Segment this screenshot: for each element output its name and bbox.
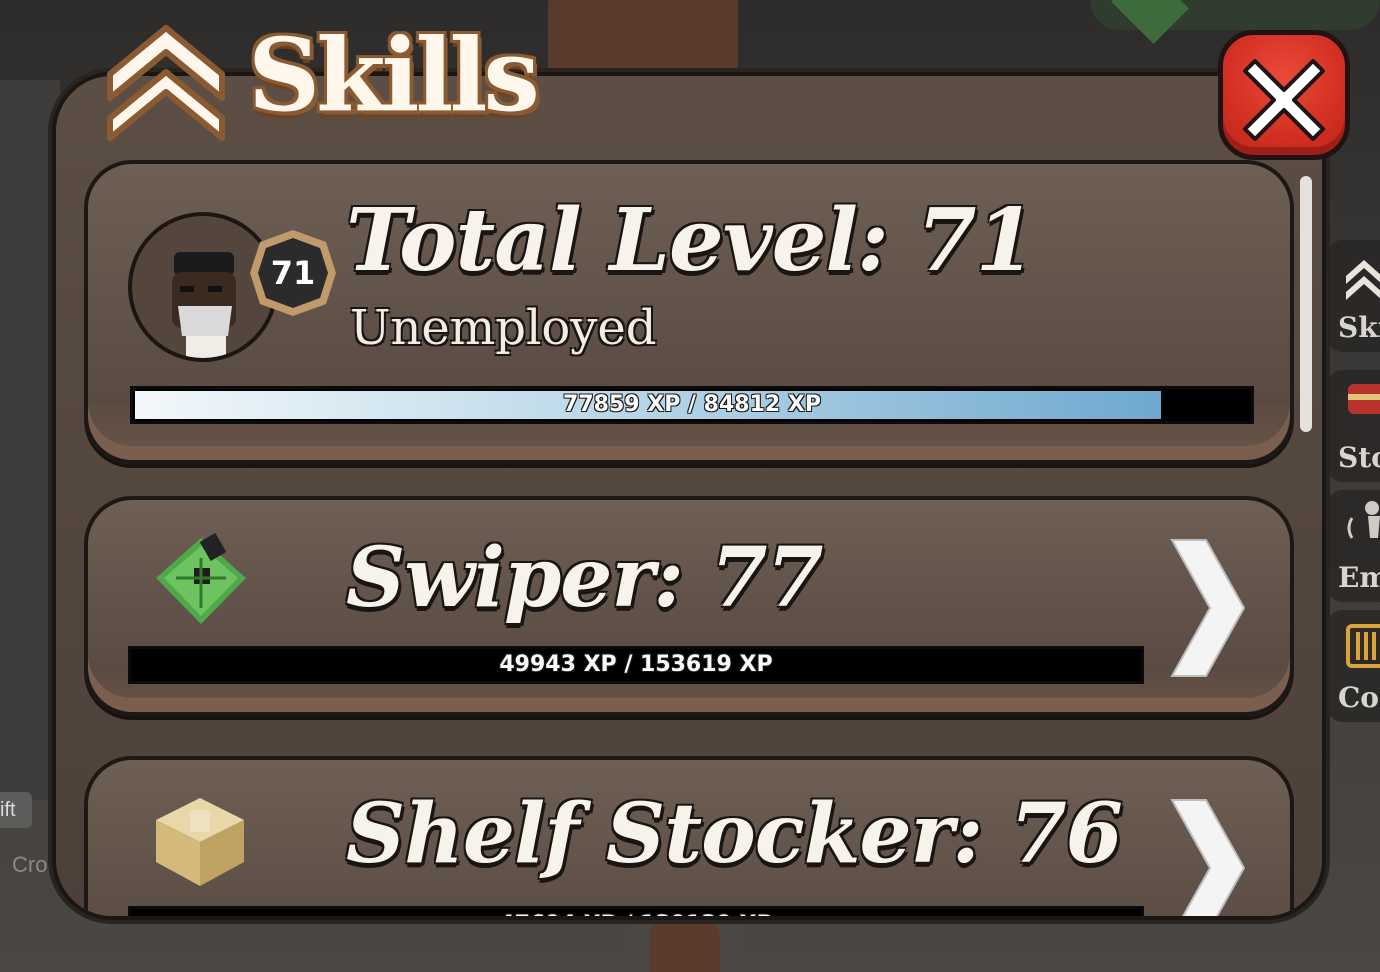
chevron-right-icon[interactable] xyxy=(1168,536,1246,680)
close-button[interactable] xyxy=(1218,30,1350,160)
cardboard-box-icon xyxy=(156,798,244,886)
skill-title-shelf-stocker: Shelf Stocker: 76 xyxy=(346,786,1123,882)
hotbar-code-button[interactable]: Coc xyxy=(1328,610,1380,722)
hotbar-emote-label: Emo xyxy=(1338,561,1380,594)
shelf-stocker-xp-bar: 47694 XP / 139139 XP xyxy=(128,906,1144,916)
skills-chevron-icon xyxy=(107,25,225,141)
hotbar-emote-button[interactable]: Emo xyxy=(1328,490,1380,602)
hotbar-store-button[interactable]: Sto xyxy=(1328,370,1380,482)
total-xp-text: 77859 XP / 84812 XP xyxy=(563,392,821,417)
shelf-stocker-xp-text: 47694 XP / 139139 XP xyxy=(131,909,1141,916)
skill-card-shelf-stocker[interactable]: Shelf Stocker: 76 47694 XP / 139139 XP xyxy=(84,756,1294,920)
level-badge-number: 71 xyxy=(270,254,316,292)
page-title: Skills xyxy=(248,16,540,134)
skill-title-swiper: Swiper: 77 xyxy=(346,530,824,626)
background-wall xyxy=(0,80,60,800)
circuit-board-icon xyxy=(156,532,246,624)
close-icon xyxy=(1243,59,1325,141)
scrollbar-thumb[interactable] xyxy=(1300,176,1312,432)
job-title: Unemployed xyxy=(350,300,657,356)
emote-icon xyxy=(1347,501,1380,539)
skills-chevron-icon xyxy=(1346,260,1380,300)
total-xp-bar: 77859 XP / 84812 XP xyxy=(130,386,1254,424)
background-door xyxy=(548,0,738,70)
code-icon xyxy=(1346,624,1380,668)
scrollbar[interactable] xyxy=(1300,176,1312,506)
hotbar-code-label: Coc xyxy=(1338,681,1380,714)
hotbar-store-label: Sto xyxy=(1338,441,1380,474)
skill-card-swiper[interactable]: Swiper: 77 49943 XP / 153619 XP xyxy=(84,496,1294,716)
skills-panel: 71 Total Level: 71 Unemployed 77859 XP /… xyxy=(52,72,1326,920)
swiper-xp-bar: 49943 XP / 153619 XP xyxy=(128,646,1144,684)
keybind-hint: ift xyxy=(0,792,32,828)
swiper-xp-text: 49943 XP / 153619 XP xyxy=(499,652,773,677)
hotbar-skills-label: Ski xyxy=(1338,311,1380,344)
hotbar-skills-button[interactable]: Ski xyxy=(1328,240,1380,352)
total-level-card: 71 Total Level: 71 Unemployed 77859 XP /… xyxy=(84,160,1294,464)
chevron-right-icon[interactable] xyxy=(1168,796,1246,920)
player-hand xyxy=(650,918,720,972)
store-icon xyxy=(1348,384,1380,414)
background-prompt-text: Cro xyxy=(12,852,48,877)
total-level-title: Total Level: 71 xyxy=(346,190,1035,291)
